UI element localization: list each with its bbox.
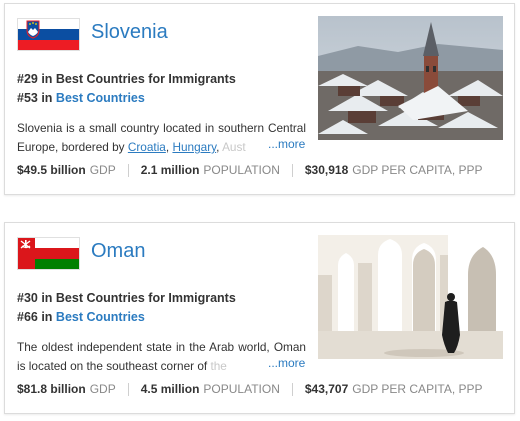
country-card-oman: Oman #30 in Best Countries for Immigrant… — [4, 222, 515, 414]
gdp-value: $49.5 billion — [17, 163, 86, 177]
population-label: POPULATION — [203, 163, 280, 177]
description-link-hungary[interactable]: Hungary — [172, 140, 216, 154]
rank-immigrants: #29 in Best Countries for Immigrants — [17, 72, 236, 86]
slovenia-flag-icon — [17, 18, 80, 51]
country-title[interactable]: Oman — [91, 240, 145, 263]
country-photo[interactable] — [318, 16, 503, 140]
gdp-label: GDP — [89, 382, 116, 396]
rank-best-countries: #53 in Best Countries — [17, 91, 145, 105]
more-link[interactable]: ...more — [266, 137, 306, 151]
gdp-label: GDP — [89, 163, 116, 177]
description-link-croatia[interactable]: Croatia — [128, 140, 166, 154]
country-title[interactable]: Slovenia — [91, 21, 168, 44]
rank-best-prefix: #53 in — [17, 91, 53, 105]
rank-best-prefix: #66 in — [17, 310, 53, 324]
description-text: The oldest independent state in the Arab… — [17, 340, 306, 373]
country-description: The oldest independent state in the Arab… — [17, 338, 306, 376]
country-photo[interactable] — [318, 235, 503, 359]
population-value: 4.5 million — [140, 382, 200, 396]
population-label: POPULATION — [203, 382, 280, 396]
gdp-per-capita-value: $30,918 — [304, 163, 349, 177]
gdp-per-capita-label: GDP PER CAPITA, PPP — [352, 382, 483, 396]
gdp-per-capita-label: GDP PER CAPITA, PPP — [352, 163, 483, 177]
gdp-per-capita-value: $43,707 — [304, 382, 349, 396]
stats-divider — [127, 163, 129, 177]
best-countries-link[interactable]: Best Countries — [56, 91, 145, 105]
country-description: Slovenia is a small country located in s… — [17, 121, 306, 154]
country-card-slovenia: Slovenia #29 in Best Countries for Immig… — [4, 3, 515, 195]
stats-divider — [127, 382, 129, 396]
oman-flag-icon — [17, 237, 80, 270]
best-countries-link[interactable]: Best Countries — [56, 310, 145, 324]
stats-row: $49.5 billion GDP 2.1 million POPULATION… — [17, 163, 483, 177]
population-value: 2.1 million — [140, 163, 200, 177]
stats-divider — [291, 163, 293, 177]
stats-row: $81.8 billion GDP 4.5 million POPULATION… — [17, 382, 483, 396]
more-link[interactable]: ...more — [266, 356, 306, 370]
description-faded-text: Aust — [222, 140, 246, 154]
stats-divider — [291, 382, 293, 396]
rank-immigrants: #30 in Best Countries for Immigrants — [17, 291, 236, 305]
rank-best-countries: #66 in Best Countries — [17, 310, 145, 324]
description-faded-text: the — [210, 359, 227, 373]
gdp-value: $81.8 billion — [17, 382, 86, 396]
